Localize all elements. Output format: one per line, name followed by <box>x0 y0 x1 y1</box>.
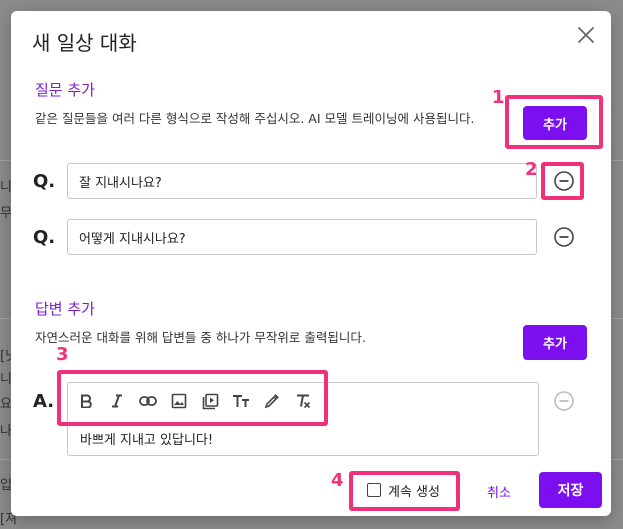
question-input-1[interactable]: 잘 지내시나요? <box>67 163 537 199</box>
question-section-title: 질문 추가 <box>35 81 95 99</box>
annotation-number-1: 1 <box>492 87 505 108</box>
highlight-box-1 <box>505 95 603 149</box>
answer-section-description: 자연스러운 대화를 위해 답변들 중 하나가 무작위로 출력됩니다. <box>35 330 366 345</box>
highlight-box-4 <box>349 471 460 511</box>
annotation-number-2: 2 <box>525 159 538 180</box>
save-button[interactable]: 저장 <box>539 472 602 508</box>
answer-section-title: 답변 추가 <box>35 300 95 318</box>
question-prefix: Q. <box>33 227 56 248</box>
remove-circle-icon[interactable] <box>553 226 575 248</box>
annotation-number-3: 3 <box>56 344 69 365</box>
answer-text: 바쁘게 지내고 있답니다! <box>80 433 214 448</box>
new-conversation-modal: 새 일상 대화 질문 추가 같은 질문들을 여러 다른 형식으로 작성해 주십시… <box>11 11 611 516</box>
annotation-number-4: 4 <box>331 470 344 491</box>
question-section-description: 같은 질문들을 여러 다른 형식으로 작성해 주십시오. AI 모델 트레이닝에… <box>35 111 475 126</box>
question-prefix: Q. <box>33 171 56 192</box>
add-answer-button[interactable]: 추가 <box>523 325 587 360</box>
question-input-2[interactable]: 어떻게 지내시나요? <box>67 219 537 255</box>
highlight-box-3 <box>57 370 328 426</box>
remove-circle-icon[interactable] <box>553 390 575 412</box>
cancel-button[interactable]: 취소 <box>487 482 511 501</box>
close-icon[interactable] <box>574 23 598 47</box>
answer-prefix: A. <box>33 391 55 412</box>
highlight-box-2 <box>541 162 584 200</box>
modal-title: 새 일상 대화 <box>32 31 137 55</box>
